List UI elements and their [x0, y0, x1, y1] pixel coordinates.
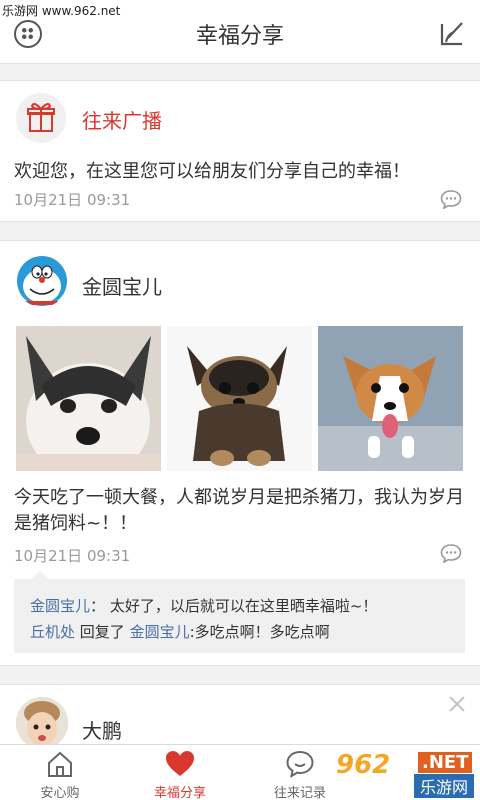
watermark-site: 乐游网 [414, 774, 475, 798]
post-text: 今天吃了一顿大餐，人都说岁月是把杀猪刀，我认为岁月是猪饲料~！！ [14, 487, 464, 534]
post-photo-husky[interactable] [16, 326, 161, 471]
comment-item: 丘机处 回复了 金圆宝儿:多吃点啊！多吃点啊 [30, 621, 330, 642]
post-time: 10月21日 09:31 [14, 547, 131, 565]
comments-box: 金圆宝儿： 太好了，以后就可以在这里晒幸福啦~！ 丘机处 回复了 金圆宝儿:多吃… [14, 571, 465, 653]
comment-icon[interactable] [440, 543, 462, 563]
gift-icon [27, 103, 55, 132]
tab-label: 安心购 [40, 786, 80, 800]
husky-puppy-image [16, 326, 161, 471]
comment-author[interactable]: 金圆宝儿 [30, 597, 90, 615]
comment-icon[interactable] [440, 189, 462, 209]
tab-share[interactable]: 幸福分享 [120, 745, 240, 800]
gift-avatar [16, 93, 66, 143]
corgi-puppy-image [318, 326, 463, 471]
tab-label: 幸福分享 [153, 786, 206, 800]
chat-icon [286, 750, 314, 778]
comment-reply-label: 回复了 [79, 623, 125, 641]
post-card: 金圆宝儿 今天吃了一顿大餐，人都说岁月是把杀猪刀，我认为岁月是猪饲料~！！ 10… [0, 240, 480, 666]
post-photo-yorkie[interactable] [167, 326, 312, 471]
heart-icon [166, 751, 194, 776]
watermark-net: .NET [418, 752, 473, 773]
home-icon [48, 751, 72, 777]
comment-reply-target[interactable]: 金圆宝儿 [130, 623, 190, 641]
comment-separator: ： [90, 597, 106, 615]
comment-content: 太好了，以后就可以在这里晒幸福啦~！ [109, 597, 378, 615]
watermark-number: 962 [336, 750, 391, 780]
comment-content: :多吃点啊！多吃点啊 [189, 623, 330, 641]
post-username[interactable]: 大鹏 [82, 715, 122, 744]
avatar[interactable] [16, 697, 68, 749]
doraemon-avatar-icon [17, 256, 67, 306]
comment-item: 金圆宝儿： 太好了，以后就可以在这里晒幸福啦~！ [30, 595, 377, 616]
broadcast-name[interactable]: 往来广播 [82, 105, 162, 134]
post-photo-corgi[interactable] [318, 326, 463, 471]
avatar[interactable] [16, 255, 68, 307]
close-icon[interactable] [448, 695, 466, 713]
child-avatar-icon [16, 697, 68, 749]
watermark-text: 乐游网 www.962.net [2, 4, 121, 18]
broadcast-time: 10月21日 09:31 [14, 191, 131, 209]
post-username[interactable]: 金圆宝儿 [82, 271, 162, 300]
comment-author[interactable]: 丘机处 [30, 623, 75, 641]
watermark-logo: 962 .NET 乐游网 [336, 748, 476, 798]
tab-shop[interactable]: 安心购 [0, 745, 120, 800]
page-title: 幸福分享 [195, 24, 284, 49]
broadcast-text: 欢迎您，在这里您可以给朋友们分享自己的幸福！ [14, 161, 410, 182]
compose-icon[interactable] [440, 20, 466, 46]
broadcast-card: 往来广播 欢迎您，在这里您可以给朋友们分享自己的幸福！ 10月21日 09:31 [0, 80, 480, 222]
yorkie-puppy-image [167, 326, 312, 471]
